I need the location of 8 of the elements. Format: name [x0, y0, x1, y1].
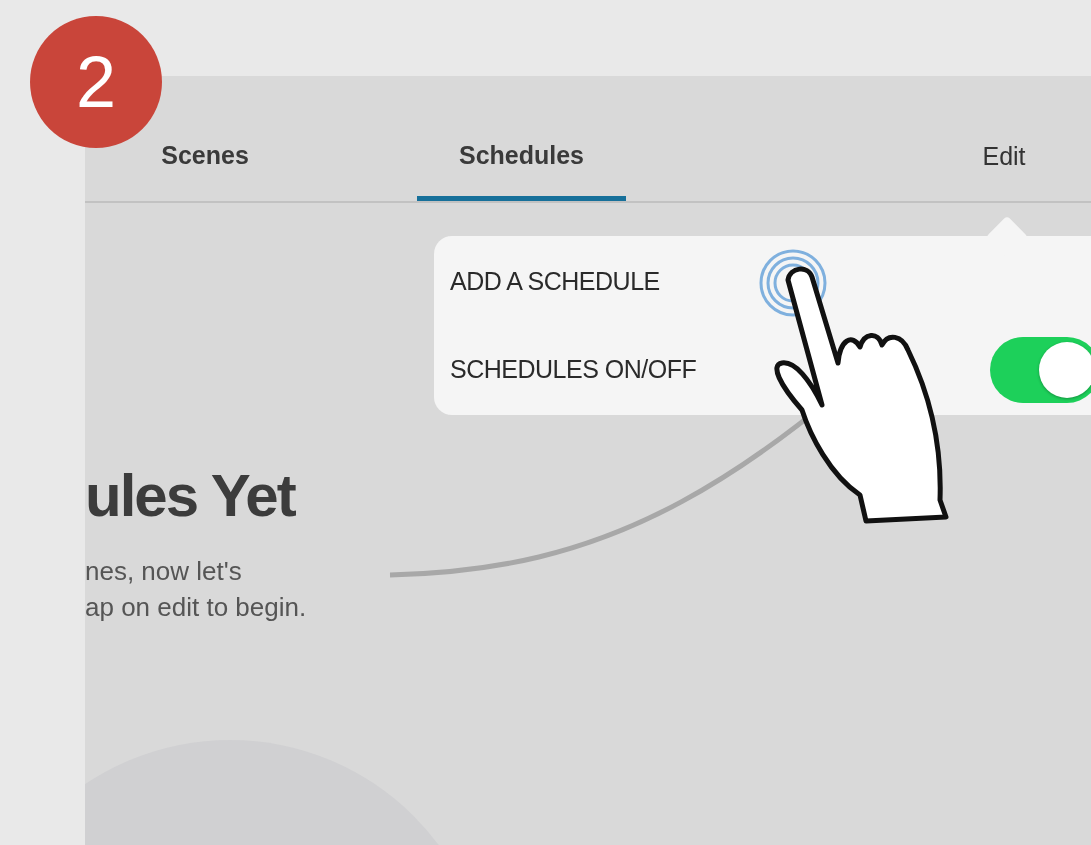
toggle-label: SCHEDULES ON/OFF	[450, 355, 697, 384]
step-number-badge: 2	[30, 16, 162, 148]
menu-item[interactable]: ADD A SCHEDULE	[450, 267, 660, 296]
empty-state-message: nes, now let's ap on edit to begin.	[85, 555, 308, 624]
tab[interactable]: Schedules	[417, 139, 626, 201]
empty-state-title: ules Yet	[85, 461, 297, 531]
toggle-switch[interactable]	[990, 336, 1091, 403]
edit-button[interactable]: Edit	[959, 139, 1049, 201]
